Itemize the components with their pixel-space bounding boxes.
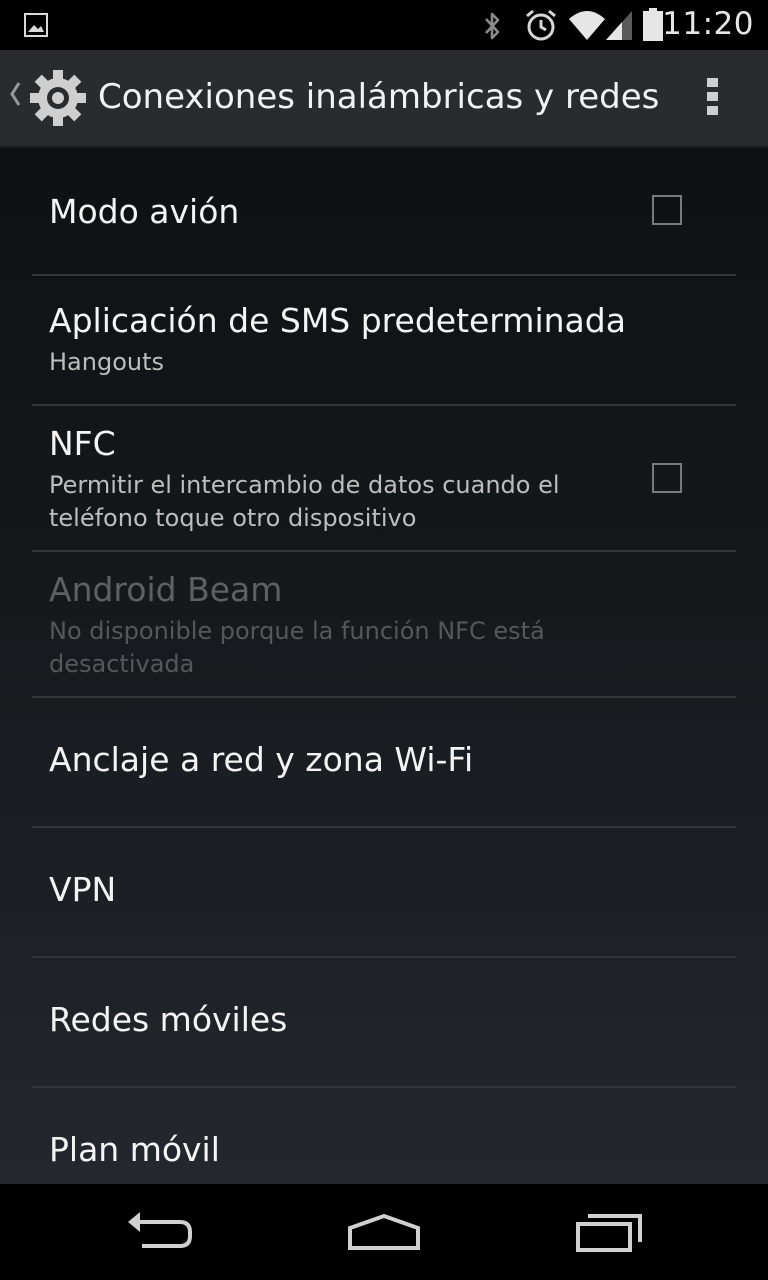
signal-icon [604,9,634,45]
nfc-row[interactable]: NFC Permitir el intercambio de datos cua… [0,406,768,550]
vpn-title: VPN [49,870,117,909]
android-beam-row: Android Beam No disponible porque la fun… [0,552,768,696]
tethering-title: Anclaje a red y zona Wi-Fi [49,740,474,779]
android-beam-title: Android Beam [49,570,283,609]
mobile-plan-title: Plan móvil [49,1130,220,1169]
overflow-menu-icon[interactable] [702,78,722,118]
mobile-networks-title: Redes móviles [49,1000,288,1039]
nfc-title: NFC [49,424,116,463]
nfc-checkbox[interactable] [652,463,682,493]
settings-gear-icon[interactable] [28,68,88,132]
mobile-networks-row[interactable]: Redes móviles [0,958,768,1086]
navigation-bar [0,1184,768,1280]
status-bar: 11:20 [0,0,768,50]
back-icon[interactable] [124,1208,196,1260]
bluetooth-icon [482,10,502,46]
airplane-mode-title: Modo avión [49,192,240,231]
vpn-row[interactable]: VPN [0,828,768,956]
home-icon[interactable] [346,1208,422,1260]
android-beam-summary: No disponible porque la función NFC está… [49,617,545,678]
alarm-icon [524,8,558,46]
sms-app-row[interactable]: Aplicación de SMS predeterminada Hangout… [0,276,768,404]
image-icon [24,13,48,41]
airplane-mode-row[interactable]: Modo avión [0,148,768,274]
battery-icon [642,8,664,46]
wifi-icon [568,9,606,45]
page-title: Conexiones inalámbricas y redes [98,77,660,117]
settings-list: Modo avión Aplicación de SMS predetermin… [0,148,768,1184]
action-bar: Conexiones inalámbricas y redes [0,50,768,148]
sms-app-title: Aplicación de SMS predeterminada [49,301,626,340]
nfc-summary: Permitir el intercambio de datos cuando … [49,471,560,532]
status-clock: 11:20 [662,6,754,42]
up-chevron-icon[interactable] [8,80,22,112]
recents-icon[interactable] [574,1208,646,1260]
sms-app-summary: Hangouts [49,348,165,376]
tethering-row[interactable]: Anclaje a red y zona Wi-Fi [0,698,768,826]
mobile-plan-row[interactable]: Plan móvil [0,1088,768,1184]
airplane-mode-checkbox[interactable] [652,195,682,225]
